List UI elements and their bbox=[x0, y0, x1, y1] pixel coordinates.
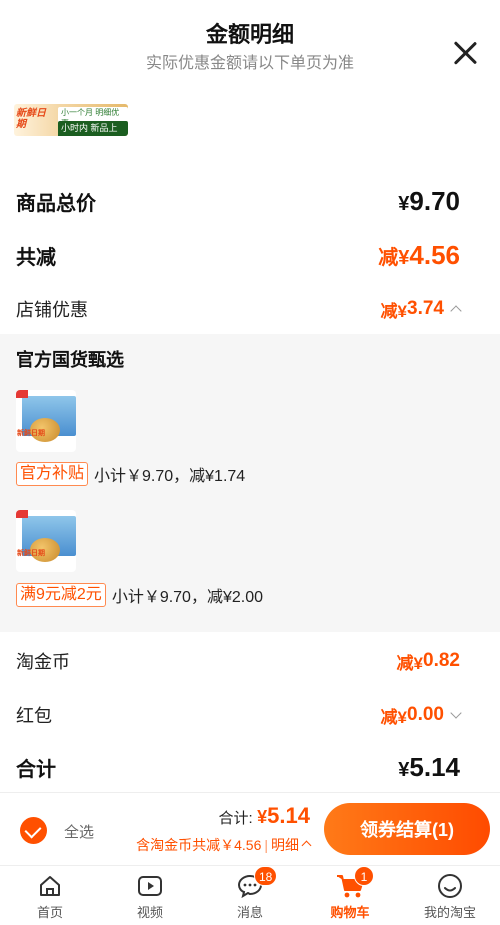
promo-tag: 官方补贴 bbox=[16, 462, 89, 486]
select-all-label[interactable]: 全选 bbox=[64, 821, 94, 842]
shop-name: 官方国货甄选 bbox=[16, 350, 124, 370]
video-icon bbox=[136, 872, 164, 900]
amount-detail-sheet: 金额明细 实际优惠金额请以下单页为准 新鲜日期 小一个月 明细优惠 小时内 新品… bbox=[0, 0, 500, 925]
tab-messages[interactable]: 18 消息 bbox=[200, 866, 300, 925]
sheet-subtitle: 实际优惠金额请以下单页为准 bbox=[145, 55, 354, 72]
message-count-badge: 18 bbox=[254, 866, 278, 886]
profile-icon bbox=[436, 872, 464, 900]
sum-row: 合计 ¥5.14 bbox=[16, 752, 460, 783]
tab-video[interactable]: 视频 bbox=[100, 866, 200, 925]
detail-link: 明细 bbox=[271, 837, 299, 853]
checkout-detail-toggle[interactable]: 含淘金币共减￥4.56 | 明细 bbox=[136, 835, 312, 855]
coins-row: 淘金币 减¥ 0.82 bbox=[16, 648, 460, 674]
checkout-total-amount: ¥5.14 bbox=[257, 803, 310, 828]
sheet-header: 金额明细 实际优惠金额请以下单页为准 bbox=[0, 20, 500, 76]
product-thumbnail[interactable]: 新鲜日期 bbox=[16, 390, 76, 452]
promo-banner: 新鲜日期 小一个月 明细优惠 小时内 新品上市 bbox=[14, 104, 128, 136]
checkout-discount-note: 含淘金币共减￥4.56 bbox=[136, 837, 262, 853]
promo-tag: 满9元减2元 bbox=[16, 583, 106, 607]
product-promo-line: 满9元减2元 小计￥9.70，减¥2.00 bbox=[16, 583, 263, 607]
reduce-total-row: 共减 减¥4.56 bbox=[16, 240, 460, 271]
message-icon: 18 bbox=[236, 866, 278, 900]
product-thumbnail[interactable]: 新鲜日期 bbox=[16, 510, 76, 572]
tab-home[interactable]: 首页 bbox=[0, 866, 100, 925]
banner-line-2: 小时内 新品上市 bbox=[58, 121, 128, 136]
reduce-total-label: 共减 bbox=[16, 247, 56, 269]
sum-label: 合计 bbox=[16, 759, 56, 781]
home-icon bbox=[36, 872, 64, 900]
coins-label: 淘金币 bbox=[16, 652, 70, 672]
product-fresh-tag: 新鲜日期 bbox=[17, 550, 45, 557]
goods-total-label: 商品总价 bbox=[16, 193, 96, 215]
product-fresh-tag: 新鲜日期 bbox=[17, 430, 45, 437]
sum-amount: ¥5.14 bbox=[398, 752, 460, 782]
cart-count-badge: 1 bbox=[354, 866, 374, 886]
checkout-total-label: 合计: bbox=[218, 810, 253, 827]
redpacket-amount: 减¥ 0.00 bbox=[381, 703, 462, 728]
redpacket-label: 红包 bbox=[16, 706, 52, 726]
checkout-button[interactable]: 领券结算(1) bbox=[324, 803, 490, 855]
shop-discount-row[interactable]: 店铺优惠 减¥ 3.74 bbox=[16, 296, 462, 322]
checkout-total: 合计: ¥5.14 bbox=[219, 803, 310, 829]
banner-tag: 新鲜日期 bbox=[16, 108, 46, 130]
goods-total-row: 商品总价 ¥9.70 bbox=[16, 186, 460, 217]
chevron-up-icon bbox=[301, 840, 312, 851]
shop-discount-label: 店铺优惠 bbox=[16, 300, 88, 320]
shop-discount-amount: 减¥ 3.74 bbox=[381, 297, 462, 322]
tab-cart[interactable]: 1 购物车 bbox=[300, 866, 400, 925]
close-icon[interactable] bbox=[452, 40, 478, 66]
checkout-bar: 全选 合计: ¥5.14 含淘金币共减￥4.56 | 明细 领券结算(1) bbox=[0, 793, 500, 865]
bottom-tabbar: 首页 视频 18 消息 1 购物车 我的淘宝 bbox=[0, 865, 500, 925]
coins-amount: 减¥ 0.82 bbox=[396, 650, 460, 673]
reduce-total-amount: 减¥4.56 bbox=[378, 240, 460, 270]
select-all-checkbox[interactable] bbox=[20, 817, 47, 844]
tab-profile[interactable]: 我的淘宝 bbox=[400, 866, 500, 925]
shop-discount-detail: 官方国货甄选 新鲜日期 官方补贴 小计￥9.70，减¥1.74 新鲜日期 满9元… bbox=[0, 334, 500, 632]
goods-total-amount: ¥9.70 bbox=[398, 186, 460, 216]
chevron-up-icon[interactable] bbox=[450, 305, 462, 317]
chevron-down-icon[interactable] bbox=[450, 707, 462, 719]
promo-subtotal: 小计￥9.70，减¥2.00 bbox=[111, 589, 263, 606]
cart-icon: 1 bbox=[336, 866, 374, 900]
promo-subtotal: 小计￥9.70，减¥1.74 bbox=[94, 468, 246, 485]
product-promo-line: 官方补贴 小计￥9.70，减¥1.74 bbox=[16, 462, 245, 486]
redpacket-row[interactable]: 红包 减¥ 0.00 bbox=[16, 702, 462, 728]
sheet-title: 金额明细 bbox=[205, 22, 294, 47]
